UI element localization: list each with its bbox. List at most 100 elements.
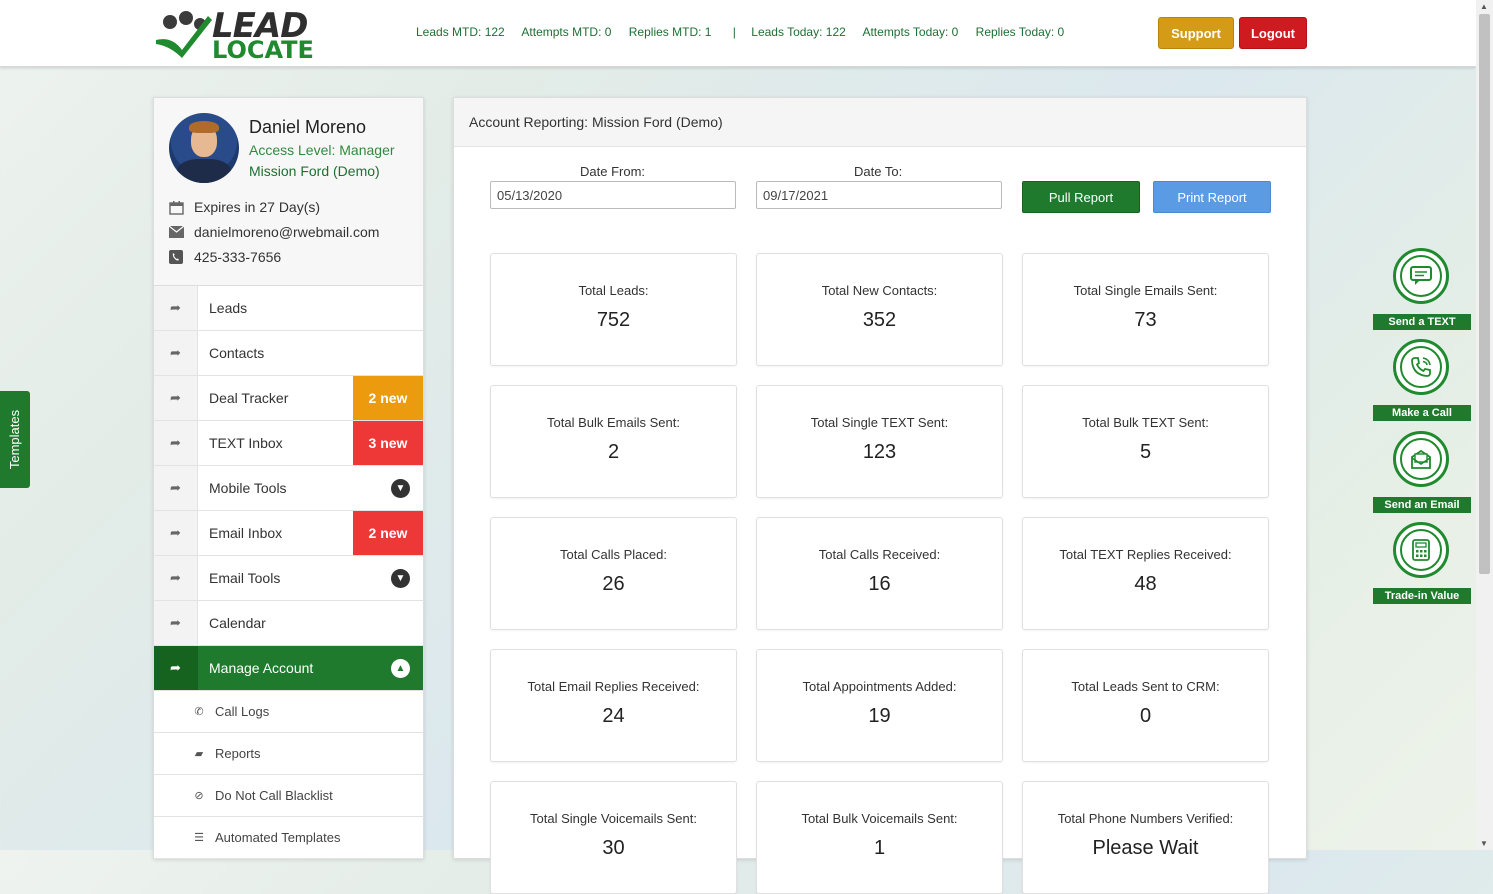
profile-email: danielmoreno@rwebmail.com (168, 224, 379, 240)
profile-email-text[interactable]: danielmoreno@rwebmail.com (194, 224, 379, 240)
stat-card-label: Total Single Emails Sent: (1073, 283, 1218, 298)
stat-card-label: Total Calls Received: (818, 547, 941, 562)
trade-in-value-widget[interactable]: Trade-in Value (1373, 522, 1471, 608)
date-from-label: Date From: (580, 164, 646, 179)
stat-card-label: Total TEXT Replies Received: (1059, 547, 1232, 562)
stat-card-label: Total Leads: (578, 283, 649, 298)
sidebar-item-manage-account[interactable]: ➦ Manage Account ▲ (154, 646, 423, 691)
profile-dealer: Mission Ford (Demo) (249, 163, 380, 179)
avatar (169, 113, 239, 183)
pull-report-button[interactable]: Pull Report (1022, 181, 1140, 213)
logo-people-icon (156, 11, 212, 58)
stats-bar: Leads MTD: 122 Attempts MTD: 0 Replies M… (416, 25, 1078, 39)
profile-card: Daniel Moreno Access Level: Manager Miss… (154, 98, 423, 286)
sign-in-icon: ➦ (154, 556, 198, 600)
widget-label: Trade-in Value (1373, 588, 1471, 604)
send-email-widget[interactable]: Send an Email (1373, 431, 1471, 517)
logo-text-locate: LOCATE (212, 36, 314, 64)
sidebar-item-mobile-tools[interactable]: ➦ Mobile Tools ▼ (154, 466, 423, 511)
send-text-widget[interactable]: Send a TEXT (1373, 248, 1471, 334)
sidebar-item-label: Email Tools (209, 570, 281, 586)
stat-card-value: 19 (868, 705, 891, 727)
subitem-label: Automated Templates (215, 830, 341, 845)
sidebar-item-contacts[interactable]: ➦ Contacts (154, 331, 423, 376)
stat-card: Total Bulk Voicemails Sent: 1 (756, 781, 1003, 894)
logout-button[interactable]: Logout (1239, 17, 1307, 49)
sidebar-item-calendar[interactable]: ➦ Calendar (154, 601, 423, 646)
stat-card: Total Leads Sent to CRM: 0 (1022, 649, 1269, 762)
envelope-icon (168, 224, 184, 240)
date-to-label: Date To: (854, 164, 903, 179)
sign-in-icon: ➦ (154, 601, 198, 645)
sign-in-icon: ➦ (154, 466, 198, 510)
subitem-reports[interactable]: ▰ Reports (154, 733, 423, 775)
sidebar-item-label: Manage Account (209, 660, 314, 676)
chevron-down-icon[interactable]: ▼ (391, 569, 410, 588)
stat-card: Total Single Voicemails Sent: 30 (490, 781, 737, 894)
stat-card-value: 30 (602, 837, 625, 859)
scroll-up-icon[interactable]: ▲ (1480, 2, 1488, 11)
sidebar-item-deal-tracker[interactable]: ➦ Deal Tracker 2 new (154, 376, 423, 421)
sidebar-item-label: Mobile Tools (209, 480, 287, 496)
make-call-widget[interactable]: Make a Call (1373, 339, 1471, 425)
stat-card-label: Total Leads Sent to CRM: (1071, 679, 1220, 694)
chevron-down-icon[interactable]: ▼ (391, 479, 410, 498)
stat-card-label: Total Single TEXT Sent: (810, 415, 949, 430)
stat-card-value: 24 (602, 705, 625, 727)
sidebar-item-text-inbox[interactable]: ➦ TEXT Inbox 3 new (154, 421, 423, 466)
list-icon: ☰ (194, 832, 204, 844)
scrollbar-thumb[interactable] (1479, 14, 1490, 574)
chevron-up-icon[interactable]: ▲ (391, 659, 410, 678)
sidebar-item-leads[interactable]: ➦ Leads (154, 286, 423, 331)
stat-card-value: 752 (596, 309, 631, 331)
sidebar-item-label: Deal Tracker (209, 390, 289, 406)
date-to-input[interactable] (756, 181, 1002, 209)
sidebar: Daniel Moreno Access Level: Manager Miss… (153, 97, 424, 859)
templates-tab[interactable]: Templates (0, 391, 30, 488)
stat-card: Total Leads: 752 (490, 253, 737, 366)
phone-icon (168, 249, 184, 265)
stat-card-value: 123 (862, 441, 897, 463)
lead-locate-logo[interactable]: LEAD LOCATE (152, 6, 318, 64)
page-scrollbar[interactable]: ▲ ▼ (1476, 0, 1493, 850)
profile-name: Daniel Moreno (249, 117, 367, 137)
stat-card-label: Total Calls Placed: (560, 547, 667, 562)
stat-card-value: 5 (1139, 441, 1152, 463)
stat-replies-today: Replies Today: 0 (975, 25, 1065, 39)
stat-card-label: Total Bulk TEXT Sent: (1082, 415, 1209, 430)
profile-expires: Expires in 27 Day(s) (168, 199, 320, 215)
subitem-label: Reports (215, 746, 261, 761)
scroll-down-icon[interactable]: ▼ (1480, 839, 1488, 848)
subitem-automated-templates[interactable]: ☰ Automated Templates (154, 817, 423, 859)
stat-card: Total Appointments Added: 19 (756, 649, 1003, 762)
sidebar-item-email-tools[interactable]: ➦ Email Tools ▼ (154, 556, 423, 601)
stat-attempts-today: Attempts Today: 0 (862, 25, 959, 39)
text-message-icon (1393, 248, 1449, 304)
profile-phone-text[interactable]: 425-333-7656 (194, 249, 281, 265)
stat-card: Total Calls Placed: 26 (490, 517, 737, 630)
sign-in-icon: ➦ (154, 331, 198, 375)
sign-in-icon: ➦ (154, 646, 198, 690)
subitem-call-logs[interactable]: ✆ Call Logs (154, 691, 423, 733)
stat-attempts-mtd: Attempts MTD: 0 (521, 25, 612, 39)
stat-card-value: 2 (607, 441, 620, 463)
sidebar-item-label: Email Inbox (209, 525, 283, 541)
stat-card: Total Single Emails Sent: 73 (1022, 253, 1269, 366)
top-navbar: LEAD LOCATE Leads MTD: 122 Attempts MTD:… (0, 0, 1476, 67)
profile-phone: 425-333-7656 (168, 249, 281, 265)
date-from-input[interactable] (490, 181, 736, 209)
subitem-do-not-call-blacklist[interactable]: ⊘ Do Not Call Blacklist (154, 775, 423, 817)
calendar-icon (168, 199, 184, 215)
print-report-button[interactable]: Print Report (1153, 181, 1271, 213)
stat-card: Total Bulk Emails Sent: 2 (490, 385, 737, 498)
stat-card-label: Total Phone Numbers Verified: (1057, 811, 1234, 826)
stat-card-label: Total New Contacts: (821, 283, 938, 298)
new-count-badge: 2 new (353, 511, 423, 555)
email-icon (1393, 431, 1449, 487)
stat-card-value: 48 (1134, 573, 1157, 595)
support-button[interactable]: Support (1158, 17, 1234, 49)
sign-in-icon: ➦ (154, 511, 198, 555)
new-count-badge: 2 new (353, 376, 423, 420)
sidebar-item-email-inbox[interactable]: ➦ Email Inbox 2 new (154, 511, 423, 556)
book-icon: ▰ (194, 748, 204, 760)
